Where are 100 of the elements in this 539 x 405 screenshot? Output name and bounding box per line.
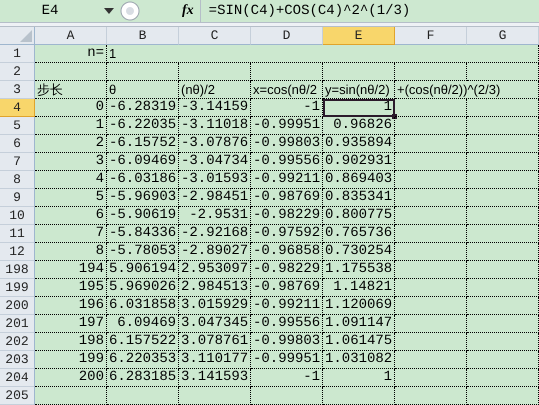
row-header[interactable]: 2 <box>0 63 35 81</box>
empty-cell <box>395 369 467 387</box>
row-header[interactable]: 12 <box>0 243 35 261</box>
table-cell: 1.120069 <box>323 297 395 315</box>
table-cell: (nθ)/2 <box>179 81 251 99</box>
table-cell: -0.99803 <box>251 333 323 351</box>
table-cell: -1 <box>251 99 323 117</box>
table-cell: -5.90619 <box>107 207 179 225</box>
table-cell: 0.800775 <box>323 207 395 225</box>
table-cell: 0.765736 <box>323 225 395 243</box>
row-header[interactable]: 204 <box>0 369 35 387</box>
row-header[interactable]: 201 <box>0 315 35 333</box>
row-header[interactable]: 7 <box>0 153 35 171</box>
table-cell: 6.157522 <box>107 333 179 351</box>
table-cell: -0.96858 <box>251 243 323 261</box>
empty-cell <box>107 63 179 81</box>
column-header[interactable]: A <box>35 27 107 45</box>
empty-cell <box>395 243 467 261</box>
row-header[interactable]: 198 <box>0 261 35 279</box>
empty-cell <box>467 207 539 225</box>
table-cell: +(cos(nθ/2))^(2/3) <box>395 81 539 99</box>
empty-cell <box>467 279 539 297</box>
column-header[interactable]: G <box>467 27 539 45</box>
table-cell: -2.9531 <box>179 207 251 225</box>
table-cell: -2.92168 <box>179 225 251 243</box>
table-cell: 0.902931 <box>323 153 395 171</box>
table-cell: 3 <box>35 153 107 171</box>
function-button[interactable]: fx <box>176 3 200 19</box>
table-cell: -3.07876 <box>179 135 251 153</box>
table-cell: -5.78053 <box>107 243 179 261</box>
table-cell: -3.01593 <box>179 171 251 189</box>
table-cell: -0.99211 <box>251 171 323 189</box>
empty-cell <box>395 189 467 207</box>
row-header[interactable]: 200 <box>0 297 35 315</box>
table-cell: 0.96826 <box>323 117 395 135</box>
table-cell: -0.99803 <box>251 135 323 153</box>
table-cell: -0.98769 <box>251 189 323 207</box>
column-header[interactable]: F <box>395 27 467 45</box>
empty-cell <box>467 153 539 171</box>
empty-cell <box>395 315 467 333</box>
table-cell: -0.99951 <box>251 351 323 369</box>
row-header[interactable]: 5 <box>0 117 35 135</box>
column-header[interactable]: E <box>323 27 395 45</box>
row-header[interactable]: 10 <box>0 207 35 225</box>
table-cell: -0.99556 <box>251 153 323 171</box>
empty-cell <box>395 351 467 369</box>
table-cell: 3.015929 <box>179 297 251 315</box>
column-header[interactable]: D <box>251 27 323 45</box>
row-header[interactable]: 8 <box>0 171 35 189</box>
row-header[interactable]: 3 <box>0 81 35 99</box>
table-cell: 6.220353 <box>107 351 179 369</box>
empty-cell <box>251 387 323 405</box>
table-cell: 199 <box>35 351 107 369</box>
table-cell: θ <box>107 81 179 99</box>
empty-cell <box>395 207 467 225</box>
column-header[interactable]: C <box>179 27 251 45</box>
table-cell: 0.835341 <box>323 189 395 207</box>
table-cell: -6.09469 <box>107 153 179 171</box>
table-cell: -0.99211 <box>251 297 323 315</box>
column-header[interactable]: B <box>107 27 179 45</box>
empty-cell <box>395 63 467 81</box>
name-box[interactable]: E4 <box>0 0 100 22</box>
table-cell: -0.98229 <box>251 207 323 225</box>
select-all-icon[interactable] <box>20 30 32 42</box>
dropdown-arrow-icon[interactable] <box>104 8 114 14</box>
empty-cell <box>395 135 467 153</box>
table-cell: -6.28319 <box>107 99 179 117</box>
table-cell: 1.061475 <box>323 333 395 351</box>
empty-cell <box>395 225 467 243</box>
splitter-handle-icon[interactable] <box>120 1 140 21</box>
empty-cell <box>467 243 539 261</box>
formula-field[interactable]: =SIN(C4)+COS(C4)^2^(1/3) <box>200 0 539 22</box>
row-header[interactable]: 6 <box>0 135 35 153</box>
empty-cell <box>395 99 467 117</box>
row-header[interactable]: 202 <box>0 333 35 351</box>
table-cell: 1 <box>323 99 395 117</box>
table-cell: 6.283185 <box>107 369 179 387</box>
empty-cell <box>395 153 467 171</box>
table-cell: -0.99951 <box>251 117 323 135</box>
row-header[interactable]: 199 <box>0 279 35 297</box>
empty-cell <box>467 297 539 315</box>
empty-cell <box>467 135 539 153</box>
row-header[interactable]: 9 <box>0 189 35 207</box>
fill-handle[interactable] <box>392 114 397 119</box>
row-header[interactable]: 11 <box>0 225 35 243</box>
empty-cell <box>179 63 251 81</box>
row-header[interactable]: 1 <box>0 45 35 63</box>
table-cell: 195 <box>35 279 107 297</box>
row-header[interactable]: 203 <box>0 351 35 369</box>
empty-cell <box>467 351 539 369</box>
table-cell: 200 <box>35 369 107 387</box>
table-cell: -6.15752 <box>107 135 179 153</box>
table-cell: 1.091147 <box>323 315 395 333</box>
row-header[interactable]: 4 <box>0 99 35 117</box>
table-cell: 1.14821 <box>323 279 395 297</box>
table-cell: y=sin(nθ/2) <box>323 81 395 99</box>
table-cell: 5.969026 <box>107 279 179 297</box>
table-cell: -6.03186 <box>107 171 179 189</box>
table-cell: -6.22035 <box>107 117 179 135</box>
row-header[interactable]: 205 <box>0 387 35 405</box>
